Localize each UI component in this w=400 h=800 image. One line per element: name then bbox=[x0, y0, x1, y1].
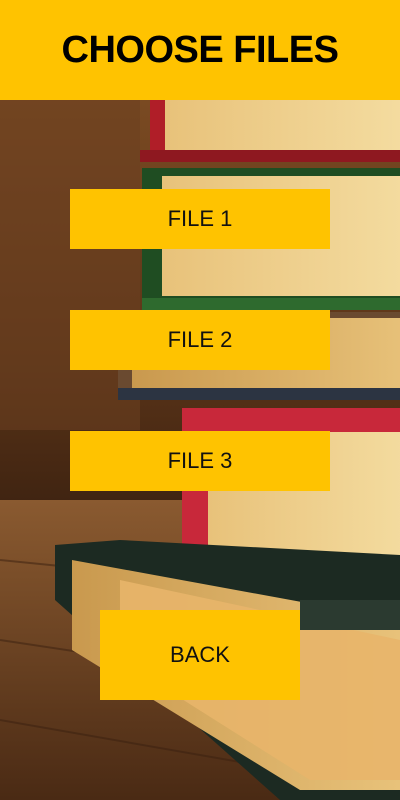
header-bar: CHOOSE FILES bbox=[0, 0, 400, 100]
back-button[interactable]: BACK bbox=[100, 610, 300, 700]
file-3-button[interactable]: FILE 3 bbox=[70, 431, 330, 491]
file-2-button[interactable]: FILE 2 bbox=[70, 310, 330, 370]
file-1-button[interactable]: FILE 1 bbox=[70, 189, 330, 249]
page-title: CHOOSE FILES bbox=[61, 28, 339, 71]
choose-files-screen: CHOOSE FILES FILE 1 FILE 2 FILE 3 BACK bbox=[0, 0, 400, 800]
